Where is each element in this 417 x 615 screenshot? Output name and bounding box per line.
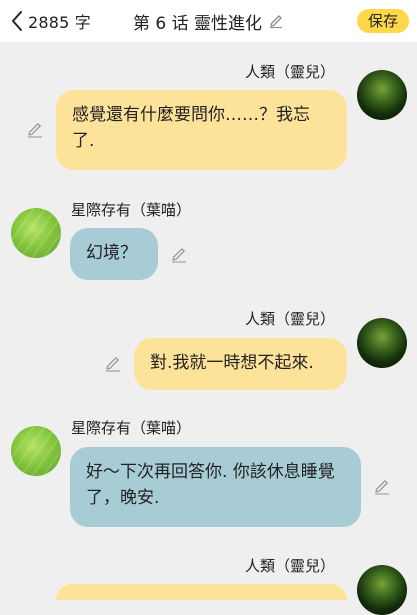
chevron-left-icon: [12, 11, 22, 31]
message-bubble-being[interactable]: 幻境？: [70, 228, 158, 280]
avatar-being[interactable]: [11, 426, 61, 476]
message-bubble-human[interactable]: 感覺還有什麼要問你……？我忘了.: [56, 90, 347, 170]
avatar-human[interactable]: [357, 70, 407, 120]
word-count: 2885 字: [28, 13, 92, 32]
pencil-icon[interactable]: [268, 13, 284, 29]
avatar-human[interactable]: [357, 318, 407, 368]
sender-name-human: 人類（靈兒）: [244, 63, 335, 81]
chapter-title: 第 6 话 靈性進化: [133, 13, 263, 34]
message-bubble-being[interactable]: 好～下次再回答你. 你該休息睡覺了，晚安.: [70, 447, 361, 527]
avatar-being[interactable]: [11, 208, 61, 258]
pencil-icon[interactable]: [26, 121, 44, 139]
message-bubble-human[interactable]: 對.我就一時想不起來.: [134, 338, 347, 390]
sender-name-human: 人類（靈兒）: [244, 310, 335, 328]
top-bar: 2885 字 第 6 话 靈性進化 保存: [0, 0, 417, 42]
pencil-icon[interactable]: [104, 355, 122, 373]
sender-name-being: 星際存有（葉喵）: [71, 419, 192, 437]
back-button[interactable]: 2885 字: [10, 8, 91, 34]
sender-name-human: 人類（靈兒）: [244, 557, 335, 575]
avatar-human[interactable]: [357, 565, 407, 615]
message-bubble-human[interactable]: [56, 584, 347, 600]
save-button[interactable]: 保存: [357, 9, 409, 33]
chapter-title-area[interactable]: 第 6 话 靈性進化: [133, 9, 284, 34]
pencil-icon[interactable]: [170, 246, 188, 264]
pencil-icon[interactable]: [373, 478, 391, 496]
sender-name-being: 星際存有（葉喵）: [71, 201, 192, 219]
